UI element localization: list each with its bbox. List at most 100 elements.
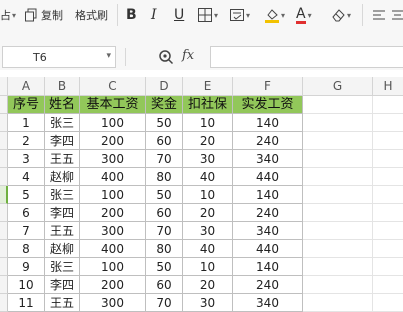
row-header[interactable]	[0, 150, 8, 168]
table-cell[interactable]: 李四	[45, 204, 80, 222]
table-cell[interactable]	[373, 240, 403, 258]
table-cell[interactable]: 8	[8, 240, 45, 258]
table-cell[interactable]	[303, 240, 373, 258]
table-cell[interactable]	[373, 168, 403, 186]
table-cell[interactable]	[303, 276, 373, 294]
table-cell[interactable]: 70	[146, 294, 183, 312]
formula-input[interactable]	[210, 46, 403, 68]
header-cell[interactable]: 实发工资	[233, 96, 303, 114]
table-cell[interactable]: 6	[8, 204, 45, 222]
table-cell[interactable]: 50	[146, 114, 183, 132]
table-cell[interactable]: 400	[80, 168, 146, 186]
table-cell[interactable]: 王五	[45, 150, 80, 168]
table-cell[interactable]: 30	[183, 150, 233, 168]
table-cell[interactable]: 王五	[45, 294, 80, 312]
table-cell[interactable]	[373, 186, 403, 204]
table-cell[interactable]: 王五	[45, 222, 80, 240]
table-cell[interactable]	[303, 150, 373, 168]
column-header-d[interactable]: D	[146, 77, 183, 96]
header-cell[interactable]	[373, 96, 403, 114]
table-cell[interactable]: 100	[80, 114, 146, 132]
table-cell[interactable]	[373, 294, 403, 312]
table-cell[interactable]	[303, 168, 373, 186]
table-cell[interactable]	[303, 186, 373, 204]
table-cell[interactable]	[303, 294, 373, 312]
table-cell[interactable]: 5	[8, 186, 45, 204]
table-cell[interactable]	[303, 222, 373, 240]
table-cell[interactable]: 60	[146, 132, 183, 150]
font-color-button[interactable]: A ▾	[296, 5, 312, 25]
header-cell[interactable]: 奖金	[146, 96, 183, 114]
table-cell[interactable]	[373, 132, 403, 150]
table-cell[interactable]: 50	[146, 258, 183, 276]
header-cell[interactable]	[303, 96, 373, 114]
column-header-e[interactable]: E	[183, 77, 233, 96]
row-header[interactable]	[0, 114, 8, 132]
table-cell[interactable]: 10	[8, 276, 45, 294]
table-cell[interactable]: 440	[233, 240, 303, 258]
format-painter-button[interactable]: 格式刷	[75, 5, 108, 25]
table-cell[interactable]: 140	[233, 114, 303, 132]
header-cell[interactable]: 基本工资	[80, 96, 146, 114]
table-cell[interactable]: 9	[8, 258, 45, 276]
table-cell[interactable]: 240	[233, 276, 303, 294]
table-cell[interactable]: 3	[8, 150, 45, 168]
column-header-c[interactable]: C	[80, 77, 146, 96]
table-cell[interactable]	[303, 114, 373, 132]
table-cell[interactable]: 30	[183, 294, 233, 312]
table-cell[interactable]: 赵柳	[45, 240, 80, 258]
table-cell[interactable]: 60	[146, 276, 183, 294]
table-cell[interactable]: 1	[8, 114, 45, 132]
table-cell[interactable]: 20	[183, 132, 233, 150]
row-header[interactable]	[0, 186, 8, 204]
table-cell[interactable]: 240	[233, 204, 303, 222]
cell-format-button[interactable]: ▾	[229, 5, 250, 25]
italic-button[interactable]: I	[151, 5, 157, 25]
select-all-corner[interactable]	[0, 77, 8, 96]
table-cell[interactable]: 60	[146, 204, 183, 222]
zoom-formula-button[interactable]	[158, 49, 174, 69]
header-cell[interactable]: 扣社保	[183, 96, 233, 114]
row-header[interactable]	[0, 96, 8, 114]
row-header[interactable]	[0, 276, 8, 294]
table-cell[interactable]: 赵柳	[45, 168, 80, 186]
table-cell[interactable]: 李四	[45, 276, 80, 294]
table-cell[interactable]: 50	[146, 186, 183, 204]
table-cell[interactable]: 300	[80, 150, 146, 168]
table-cell[interactable]: 70	[146, 222, 183, 240]
column-header-g[interactable]: G	[303, 77, 373, 96]
row-header[interactable]	[0, 168, 8, 186]
table-cell[interactable]: 张三	[45, 186, 80, 204]
paste-button[interactable]: 占 ▾	[0, 5, 16, 25]
row-header[interactable]	[0, 222, 8, 240]
table-cell[interactable]: 400	[80, 240, 146, 258]
table-cell[interactable]: 300	[80, 222, 146, 240]
table-cell[interactable]: 340	[233, 222, 303, 240]
table-cell[interactable]: 40	[183, 240, 233, 258]
chevron-down-icon[interactable]: ▾	[106, 51, 111, 61]
table-cell[interactable]: 30	[183, 222, 233, 240]
table-cell[interactable]: 80	[146, 240, 183, 258]
table-cell[interactable]	[373, 150, 403, 168]
table-cell[interactable]: 140	[233, 186, 303, 204]
fill-color-button[interactable]: ▾	[264, 5, 285, 25]
table-cell[interactable]: 140	[233, 258, 303, 276]
table-cell[interactable]: 20	[183, 276, 233, 294]
table-cell[interactable]: 340	[233, 150, 303, 168]
table-cell[interactable]: 200	[80, 204, 146, 222]
underline-button[interactable]: U	[174, 5, 184, 25]
table-cell[interactable]: 340	[233, 294, 303, 312]
table-cell[interactable]	[373, 204, 403, 222]
table-cell[interactable]	[303, 204, 373, 222]
name-box[interactable]: T6 ▾	[2, 46, 116, 68]
align-left-button[interactable]	[372, 5, 386, 25]
table-cell[interactable]	[373, 258, 403, 276]
column-header-h[interactable]: H	[373, 77, 403, 96]
row-header[interactable]	[0, 240, 8, 258]
header-cell[interactable]: 姓名	[45, 96, 80, 114]
table-cell[interactable]: 2	[8, 132, 45, 150]
table-cell[interactable]: 200	[80, 276, 146, 294]
table-cell[interactable]: 7	[8, 222, 45, 240]
table-cell[interactable]: 40	[183, 168, 233, 186]
table-cell[interactable]: 240	[233, 132, 303, 150]
